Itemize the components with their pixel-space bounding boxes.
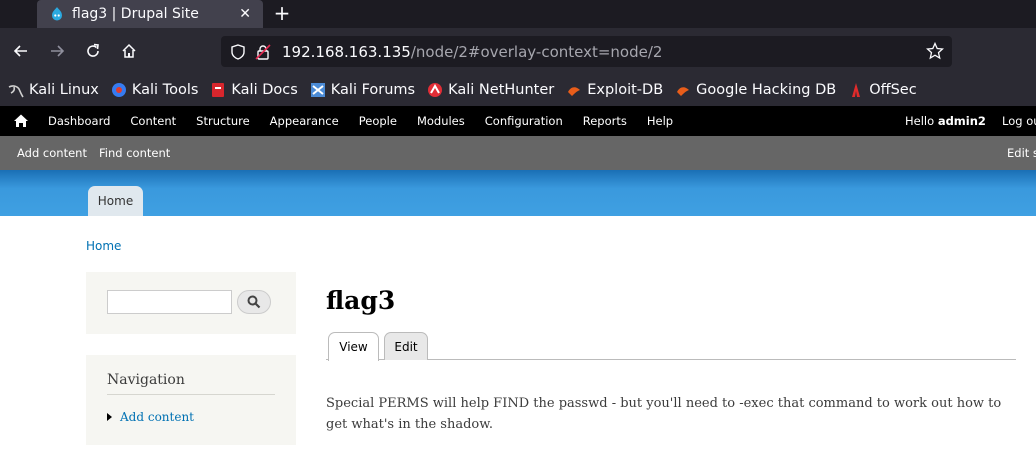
toolbar-home-icon[interactable] — [13, 113, 29, 129]
bookmark-kali-nethunter[interactable]: Kali NetHunter — [427, 82, 554, 98]
menu-configuration[interactable]: Configuration — [485, 114, 563, 128]
page-title: flag3 — [326, 286, 396, 315]
reload-icon[interactable] — [81, 39, 105, 63]
kali-tools-icon — [111, 83, 126, 97]
offsec-icon — [852, 83, 861, 97]
menu-content[interactable]: Content — [130, 114, 176, 128]
navigation-block: Navigation Add content — [86, 355, 296, 445]
bookmark-label: Kali Tools — [131, 82, 199, 98]
kali-dragon-icon — [8, 85, 24, 98]
bookmark-label: Google Hacking DB — [696, 82, 837, 98]
forward-arrow-icon[interactable] — [45, 39, 69, 63]
bookmark-label: Kali Docs — [231, 82, 298, 98]
kali-docs-icon — [212, 83, 225, 97]
bookmark-label: Kali NetHunter — [448, 82, 555, 98]
url-text: 192.168.163.135/node/2#overlay-context=n… — [282, 43, 662, 61]
new-tab-icon[interactable]: + — [272, 1, 292, 25]
tracking-shield-icon[interactable] — [230, 43, 246, 60]
bookmark-google-hacking-db[interactable]: Google Hacking DB — [675, 82, 836, 98]
menu-structure[interactable]: Structure — [196, 114, 250, 128]
browser-tab[interactable]: flag3 | Drupal Site ✕ — [37, 0, 263, 28]
tab-edit[interactable]: Edit — [384, 332, 428, 360]
bookmark-offsec[interactable]: OffSec — [848, 82, 917, 98]
home-icon[interactable] — [117, 39, 141, 63]
bookmark-label: Kali Forums — [330, 82, 416, 98]
ghdb-icon — [677, 87, 690, 96]
bookmark-label: Kali Linux — [29, 82, 99, 98]
bookmark-star-icon[interactable] — [926, 42, 944, 60]
shortcut-add-content[interactable]: Add content — [17, 146, 87, 160]
menu-dashboard[interactable]: Dashboard — [48, 114, 110, 128]
drupal-favicon-icon — [52, 7, 62, 21]
bookmark-exploit-db[interactable]: Exploit-DB — [566, 82, 663, 98]
search-icon — [247, 295, 261, 309]
main-menu-home-tab[interactable]: Home — [88, 186, 143, 216]
bookmark-kali-forums[interactable]: Kali Forums — [310, 82, 415, 98]
menu-appearance[interactable]: Appearance — [270, 114, 339, 128]
shortcut-find-content[interactable]: Find content — [99, 146, 170, 160]
tab-view[interactable]: View — [328, 332, 379, 361]
greeting-prefix: Hello — [905, 114, 938, 128]
tab-title: flag3 | Drupal Site — [72, 6, 199, 22]
browser-tab-strip: flag3 | Drupal Site ✕ + — [0, 0, 1036, 28]
username-link[interactable]: admin2 — [938, 114, 986, 128]
admin-toolbar: Dashboard Content Structure Appearance P… — [0, 106, 1036, 136]
bookmark-label: Exploit-DB — [587, 82, 664, 98]
kali-forums-icon — [310, 83, 325, 97]
menu-reports[interactable]: Reports — [583, 114, 627, 128]
menu-modules[interactable]: Modules — [417, 114, 465, 128]
url-path: /node/2#overlay-context=node/2 — [410, 42, 663, 61]
shortcuts-bar: Add content Find content Edit s — [0, 136, 1036, 170]
browser-nav-bar: 192.168.163.135/node/2#overlay-context=n… — [0, 28, 1036, 74]
admin-menu: Dashboard Content Structure Appearance P… — [48, 114, 693, 128]
site-header: Home — [0, 170, 1036, 216]
search-input[interactable] — [107, 290, 232, 314]
exploitdb-icon — [568, 87, 581, 96]
menu-help[interactable]: Help — [647, 114, 673, 128]
edit-shortcuts-link[interactable]: Edit s — [1007, 146, 1036, 160]
bookmark-kali-docs[interactable]: Kali Docs — [210, 82, 298, 98]
menu-people[interactable]: People — [359, 114, 397, 128]
insecure-lock-icon[interactable] — [255, 43, 271, 60]
close-tab-icon[interactable]: ✕ — [239, 6, 251, 22]
url-bar[interactable]: 192.168.163.135/node/2#overlay-context=n… — [221, 36, 952, 67]
navigation-divider — [107, 394, 275, 395]
bookmark-kali-tools[interactable]: Kali Tools — [111, 82, 199, 98]
bullet-arrow-icon — [107, 413, 112, 421]
nav-item-add-content[interactable]: Add content — [107, 410, 194, 424]
user-greeting: Hello admin2 — [905, 114, 986, 128]
url-host: 192.168.163.135 — [282, 42, 411, 61]
breadcrumb[interactable]: Home — [86, 239, 121, 253]
bookmarks-bar: Kali Linux Kali Tools Kali Docs Kali For… — [0, 74, 1036, 106]
logout-link[interactable]: Log ou — [1002, 114, 1036, 128]
back-arrow-icon[interactable] — [9, 39, 33, 63]
search-button[interactable] — [237, 290, 271, 314]
navigation-title: Navigation — [107, 372, 185, 388]
nav-item-label[interactable]: Add content — [120, 410, 194, 424]
bookmark-label: OffSec — [869, 82, 917, 98]
node-body: Special PERMS will help FIND the passwd … — [326, 396, 1002, 432]
search-block — [86, 272, 296, 334]
bookmark-kali-linux[interactable]: Kali Linux — [8, 82, 99, 98]
tabs-divider — [326, 359, 1016, 360]
nethunter-icon — [428, 83, 443, 97]
